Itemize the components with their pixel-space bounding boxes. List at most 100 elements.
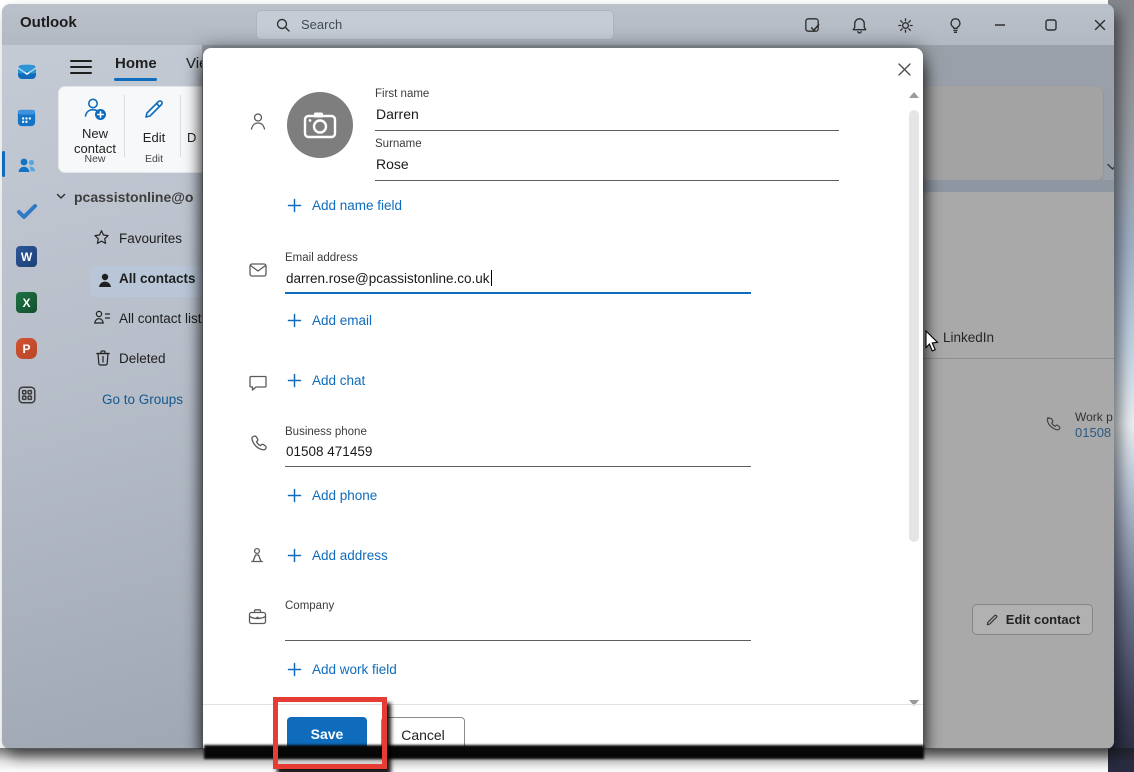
tab-home-underline xyxy=(114,78,157,81)
my-day-icon[interactable] xyxy=(800,13,824,37)
add-address-link[interactable]: Add address xyxy=(287,548,388,563)
folder-deleted[interactable]: Deleted xyxy=(119,351,166,366)
folder-all-contacts[interactable]: All contacts xyxy=(119,271,196,286)
add-chat-label: Add chat xyxy=(312,373,366,388)
go-to-groups-link[interactable]: Go to Groups xyxy=(102,392,183,407)
phone-icon xyxy=(249,434,267,452)
text-caret xyxy=(490,270,492,286)
favourites-star-icon xyxy=(93,229,110,246)
chat-bubble-icon xyxy=(249,375,267,391)
plus-icon xyxy=(287,548,302,563)
edit-pencil-icon xyxy=(142,97,166,121)
calendar-app-icon[interactable] xyxy=(14,105,39,130)
ribbon-expand-chevron-icon[interactable] xyxy=(1105,161,1114,173)
first-name-label: First name xyxy=(375,88,430,100)
business-phone-input[interactable]: 01508 471459 xyxy=(286,444,372,459)
mouse-cursor xyxy=(925,330,942,354)
first-name-underline xyxy=(375,130,839,131)
add-address-label: Add address xyxy=(312,548,388,563)
work-phone-icon xyxy=(1045,416,1061,432)
add-phone-label: Add phone xyxy=(312,488,378,503)
add-work-field-link[interactable]: Add work field xyxy=(287,662,397,677)
edit-contact-pencil-icon xyxy=(985,613,999,627)
add-chat-link[interactable]: Add chat xyxy=(287,373,365,388)
close-window-button[interactable] xyxy=(1088,13,1112,37)
email-envelope-icon xyxy=(249,263,267,277)
edit-contact-button[interactable]: Edit contact xyxy=(972,604,1093,635)
app-rail: W X P xyxy=(2,45,48,749)
scrollbar-thumb[interactable] xyxy=(909,110,919,542)
more-apps-icon[interactable] xyxy=(14,382,39,407)
people-selected-indicator xyxy=(2,151,5,177)
settings-gear-icon[interactable] xyxy=(893,13,917,37)
minimize-button[interactable] xyxy=(988,13,1012,37)
new-contact-button[interactable]: New contact xyxy=(67,95,123,156)
email-input[interactable]: darren.rose@pcassistonline.co.uk xyxy=(286,270,492,286)
work-phone-label: Work p xyxy=(1075,410,1113,424)
name-section-person-icon xyxy=(249,112,267,131)
excel-app-icon[interactable]: X xyxy=(14,290,39,315)
word-app-icon[interactable]: W xyxy=(14,244,39,269)
ribbon-group-edit: Edit xyxy=(144,153,164,165)
reading-pane-divider xyxy=(923,358,1114,359)
add-email-label: Add email xyxy=(312,313,373,328)
titlebar: Outlook Search xyxy=(2,4,1114,45)
surname-label: Surname xyxy=(375,138,422,150)
mail-app-icon[interactable] xyxy=(14,59,39,84)
hamburger-menu-icon[interactable] xyxy=(70,58,92,76)
account-header[interactable]: pcassistonline@o xyxy=(74,189,193,205)
all-contacts-person-icon xyxy=(97,272,113,289)
deleted-trash-icon xyxy=(95,349,111,366)
company-underline xyxy=(285,640,751,641)
business-phone-label: Business phone xyxy=(285,426,367,438)
ribbon-toolbar: New contact Edit D New Edit xyxy=(58,86,216,173)
maximize-button[interactable] xyxy=(1039,13,1063,37)
app-title: Outlook xyxy=(20,14,77,31)
add-name-field-label: Add name field xyxy=(312,198,403,213)
scroll-up-arrow[interactable] xyxy=(909,92,919,98)
tab-home[interactable]: Home xyxy=(115,55,157,72)
email-value-text: darren.rose@pcassistonline.co.uk xyxy=(286,271,490,286)
add-email-link[interactable]: Add email xyxy=(287,313,372,328)
scroll-down-arrow[interactable] xyxy=(909,700,919,706)
annotation-highlight-save xyxy=(273,697,387,769)
tips-lightbulb-icon[interactable] xyxy=(943,13,967,37)
edit-button[interactable]: Edit xyxy=(129,97,179,145)
search-input[interactable]: Search xyxy=(256,10,614,40)
surname-input[interactable]: Rose xyxy=(376,156,409,172)
add-phone-link[interactable]: Add phone xyxy=(287,488,377,503)
dialog-close-icon[interactable] xyxy=(896,61,916,81)
add-name-field-link[interactable]: Add name field xyxy=(287,198,402,213)
notifications-bell-icon[interactable] xyxy=(847,13,871,37)
linkedin-tab[interactable]: LinkedIn xyxy=(943,330,994,345)
powerpoint-app-icon[interactable]: P xyxy=(14,336,39,361)
outlook-window: Outlook Search W X P Home Vie New contac… xyxy=(2,4,1114,749)
edit-contact-label: Edit contact xyxy=(1005,612,1081,627)
plus-icon xyxy=(287,662,302,677)
dialog-scrollbar[interactable] xyxy=(907,88,921,706)
address-pin-icon xyxy=(248,547,266,565)
ribbon-separator xyxy=(124,95,125,157)
people-app-icon[interactable] xyxy=(14,152,39,177)
plus-icon xyxy=(287,313,302,328)
contact-reading-pane: LinkedIn Work p 01508 Edit contact xyxy=(923,192,1114,749)
folder-all-contact-lists[interactable]: All contact list xyxy=(119,311,203,326)
surname-underline xyxy=(375,180,839,181)
folder-favourites[interactable]: Favourites xyxy=(119,231,182,246)
edit-contact-dialog: First name Darren Surname Rose Add name … xyxy=(203,48,923,749)
new-contact-icon xyxy=(81,95,109,123)
plus-icon xyxy=(287,198,302,213)
first-name-input[interactable]: Darren xyxy=(376,106,419,122)
ribbon-separator xyxy=(180,95,181,157)
work-phone-value[interactable]: 01508 xyxy=(1075,425,1111,440)
company-briefcase-icon xyxy=(248,608,267,625)
contact-photo-button[interactable] xyxy=(287,92,353,158)
add-work-field-label: Add work field xyxy=(312,662,397,677)
all-contact-lists-icon xyxy=(93,309,111,326)
account-chevron-icon[interactable] xyxy=(55,190,67,202)
email-underline-focused xyxy=(285,292,751,294)
search-placeholder: Search xyxy=(301,17,343,32)
plus-icon xyxy=(287,373,302,388)
business-phone-underline xyxy=(285,466,751,467)
todo-app-icon[interactable] xyxy=(14,198,39,223)
